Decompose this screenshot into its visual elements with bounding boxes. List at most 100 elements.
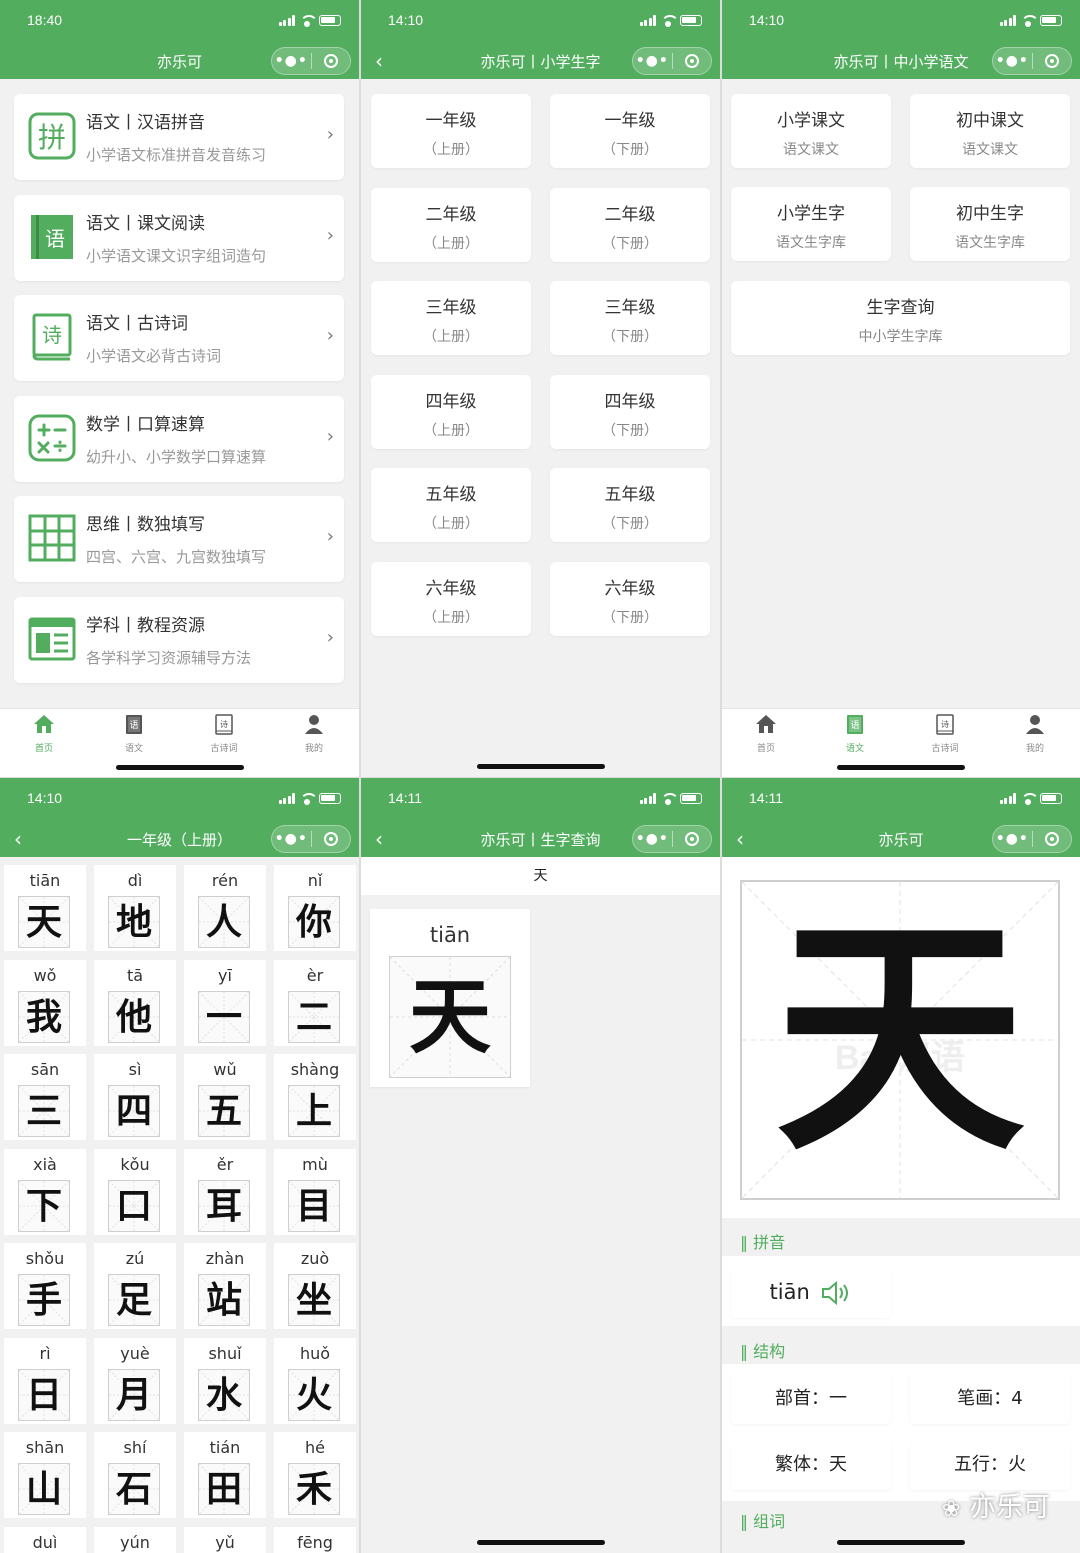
char-cell[interactable]: yī 一 — [184, 959, 266, 1046]
menu-card-5[interactable]: 思维丨数独填写 四宫、六宫、九宫数独填写 › — [14, 496, 344, 582]
card-title: 语文丨古诗词 — [86, 314, 188, 334]
close-mini-program-icon[interactable] — [1032, 54, 1071, 68]
menu-capsule[interactable]: •●• — [271, 47, 351, 75]
more-icon[interactable]: •●• — [993, 831, 1032, 847]
char-cell[interactable]: tián 田 — [184, 1432, 266, 1518]
menu-capsule[interactable]: •●• — [992, 825, 1072, 853]
char-cell[interactable]: tiān 天 — [4, 865, 86, 951]
menu-card-3[interactable]: 诗 语文丨古诗词 小学语文必背古诗词 › — [14, 295, 344, 381]
pinyin-card[interactable]: tiān — [731, 1266, 891, 1318]
menu-capsule[interactable]: •●• — [271, 825, 351, 853]
close-mini-program-icon[interactable] — [1032, 832, 1071, 846]
tab-me[interactable]: 我的 — [284, 713, 344, 754]
char-cell[interactable]: shǒu 手 — [4, 1243, 86, 1329]
close-mini-program-icon[interactable] — [672, 54, 711, 68]
char-cell[interactable]: shān 山 — [4, 1432, 86, 1518]
char-cell[interactable]: zhàn 站 — [184, 1243, 266, 1329]
speaker-icon[interactable] — [820, 1280, 852, 1306]
char-cell[interactable]: duì — [4, 1526, 86, 1553]
tab-poems[interactable]: 诗 古诗词 — [915, 713, 975, 754]
grade-button[interactable]: 三年级 （下册） — [550, 281, 710, 355]
char-glyph: 二 — [295, 995, 332, 1038]
close-mini-program-icon[interactable] — [311, 54, 350, 68]
grade-button[interactable]: 四年级 （上册） — [371, 374, 531, 449]
menu-capsule[interactable]: •●• — [992, 47, 1072, 75]
char-cell[interactable]: yuè 月 — [94, 1337, 176, 1424]
char-cell[interactable]: wǔ 五 — [184, 1054, 266, 1140]
char-cell[interactable]: fēng — [274, 1526, 356, 1553]
tab-chinese[interactable]: 语 语文 — [104, 713, 164, 754]
pinyin-text: tiān — [769, 1280, 810, 1304]
header: 18:40 亦乐可 •●• — [0, 0, 359, 79]
poem-tab-icon: 诗 — [215, 714, 233, 735]
more-icon[interactable]: •●• — [993, 53, 1032, 69]
char-cell[interactable]: èr 二 — [274, 959, 356, 1046]
menu-capsule[interactable]: •●• — [632, 825, 712, 853]
tab-me[interactable]: 我的 — [1005, 713, 1065, 754]
menu-card-1[interactable]: 拼语文丨汉语拼音 小学语文标准拼音发音练习 › — [14, 94, 344, 180]
grade-button[interactable]: 一年级 （上册） — [371, 94, 531, 168]
char-cell[interactable]: wǒ 我 — [4, 959, 86, 1046]
tab-home[interactable]: 首页 — [14, 713, 74, 754]
grid-icon — [28, 514, 76, 562]
grade-button[interactable]: 五年级 （下册） — [550, 468, 710, 542]
char-cell[interactable]: kǒu 口 — [94, 1148, 176, 1235]
tab-home[interactable]: 首页 — [736, 713, 796, 754]
menu-card-6[interactable]: 学科丨教程资源 各学科学习资源辅导方法 › — [14, 596, 344, 683]
char-cell[interactable]: nǐ 你 — [274, 865, 356, 951]
result-card[interactable]: tiān 天 — [370, 909, 530, 1087]
char-cell[interactable]: huǒ 火 — [274, 1337, 356, 1424]
more-icon[interactable]: •●• — [272, 831, 311, 847]
more-icon[interactable]: •●• — [633, 831, 672, 847]
svg-text:语: 语 — [129, 720, 138, 731]
char-cell[interactable]: yún — [94, 1526, 176, 1553]
grade-button[interactable]: 五年级 （上册） — [371, 468, 531, 542]
grade-button[interactable]: 六年级 （上册） — [371, 561, 531, 636]
char-cell[interactable]: dì 地 — [94, 865, 176, 951]
middle-chars-button[interactable]: 初中生字 语文生字库 — [910, 187, 1070, 261]
char-cell[interactable]: zú 足 — [94, 1243, 176, 1329]
char-pinyin: rì — [39, 1343, 51, 1363]
char-cell[interactable]: rì 日 — [4, 1337, 86, 1424]
char-cell[interactable]: mù 目 — [274, 1148, 356, 1235]
char-cell[interactable]: yǔ — [184, 1526, 266, 1553]
char-cell[interactable]: zuò 坐 — [274, 1243, 356, 1329]
char-lookup-button[interactable]: 生字查询 中小学生字库 — [731, 281, 1070, 355]
grade-button[interactable]: 二年级 （下册） — [550, 187, 710, 262]
primary-texts-button[interactable]: 小学课文 语文课文 — [731, 94, 891, 168]
primary-chars-button[interactable]: 小学生字 语文生字库 — [731, 187, 891, 261]
char-cell[interactable]: tā 他 — [94, 959, 176, 1046]
char-cell[interactable]: xià 下 — [4, 1148, 86, 1235]
more-icon[interactable]: •●• — [272, 53, 311, 69]
poem-book-icon: 诗 — [32, 313, 72, 361]
grade-button[interactable]: 六年级 （下册） — [550, 561, 710, 636]
wifi-icon — [300, 15, 318, 27]
menu-card-2[interactable]: 语语文丨课文阅读 小学语文课文识字组词造句 › — [14, 194, 344, 281]
status-time: 14:11 — [749, 790, 783, 806]
close-mini-program-icon[interactable] — [311, 832, 350, 846]
char-cell[interactable]: hé 禾 — [274, 1432, 356, 1518]
menu-capsule[interactable]: •●• — [632, 47, 712, 75]
close-mini-program-icon[interactable] — [672, 832, 711, 846]
middle-texts-button[interactable]: 初中课文 语文课文 — [910, 94, 1070, 168]
tab-chinese[interactable]: 语 语文 — [825, 713, 885, 754]
char-cell[interactable]: shuǐ 水 — [184, 1337, 266, 1424]
more-icon[interactable]: •●• — [633, 53, 672, 69]
char-cell[interactable]: shí 石 — [94, 1432, 176, 1518]
char-cell[interactable]: rén 人 — [184, 865, 266, 951]
grade-button[interactable]: 三年级 （上册） — [371, 281, 531, 355]
tab-label: 我的 — [304, 744, 323, 754]
big-tianzige[interactable]: Bai 汉语 天 — [740, 880, 1060, 1200]
menu-card-4[interactable]: 数学丨口算速算 幼升小、小学数学口算速算 › — [14, 395, 344, 482]
char-cell[interactable]: sān 三 — [4, 1054, 86, 1140]
grade-button[interactable]: 四年级 （下册） — [550, 374, 710, 449]
char-cell[interactable]: ěr 耳 — [184, 1148, 266, 1235]
chevron-right-icon: › — [326, 224, 334, 246]
char-cell[interactable]: shàng 上 — [274, 1054, 356, 1140]
char-cell[interactable]: sì 四 — [94, 1054, 176, 1140]
grade-button[interactable]: 一年级 （下册） — [550, 94, 710, 168]
tab-poems[interactable]: 诗 古诗词 — [194, 713, 254, 754]
battery-icon — [680, 793, 702, 804]
grade-button[interactable]: 二年级 （上册） — [371, 187, 531, 262]
search-input[interactable]: 天 — [361, 857, 720, 895]
